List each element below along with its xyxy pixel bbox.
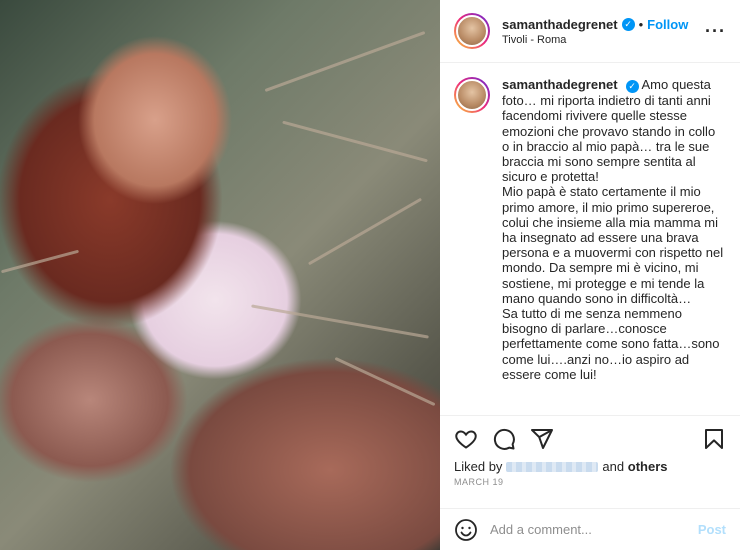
liked-by-user-redacted[interactable] <box>506 461 599 472</box>
share-icon[interactable] <box>530 427 554 451</box>
caption-paragraph: Amo questa foto… mi riporta indietro di … <box>502 77 716 185</box>
post-comment-button[interactable]: Post <box>698 522 726 537</box>
caption-avatar[interactable] <box>454 77 490 113</box>
bookmark-icon[interactable] <box>702 427 726 451</box>
location-link[interactable]: Tivoli - Roma <box>502 34 688 46</box>
comment-icon[interactable] <box>492 427 516 451</box>
comment-input[interactable] <box>490 522 690 537</box>
separator-dot: • <box>638 16 644 32</box>
verified-badge-icon: ✓ <box>621 17 635 31</box>
caption-paragraph: Sa tutto di me senza nemmeno bisogno di … <box>502 305 720 382</box>
post-photo[interactable] <box>0 0 440 550</box>
caption-section: samanthadegrenet ✓ Amo questa foto… mi ri… <box>440 63 740 415</box>
likes-others-link[interactable]: others <box>628 459 668 474</box>
likes-and: and <box>602 459 625 474</box>
more-options-icon[interactable]: ··· <box>705 22 726 40</box>
likes-summary: Liked by and others <box>454 459 667 474</box>
heart-icon[interactable] <box>454 427 478 451</box>
author-username[interactable]: samanthadegrenet <box>502 17 618 32</box>
caption-paragraph: Mio papà è stato certamente il mio primo… <box>502 184 724 306</box>
follow-button[interactable]: Follow <box>647 17 688 32</box>
emoji-icon[interactable] <box>454 518 478 542</box>
comment-bar: Post <box>440 508 740 550</box>
post-date[interactable]: MARCH 19 <box>454 477 504 487</box>
caption-username[interactable]: samanthadegrenet <box>502 77 618 92</box>
caption-text: samanthadegrenet ✓ Amo questa foto… mi ri… <box>502 77 726 415</box>
avatar[interactable] <box>454 13 490 49</box>
action-bar <box>440 415 740 461</box>
caption-verified-badge-icon: ✓ <box>625 80 639 94</box>
post-header: samanthadegrenet ✓ • Follow Tivoli - Rom… <box>440 0 740 63</box>
likes-prefix: Liked by <box>454 459 503 474</box>
